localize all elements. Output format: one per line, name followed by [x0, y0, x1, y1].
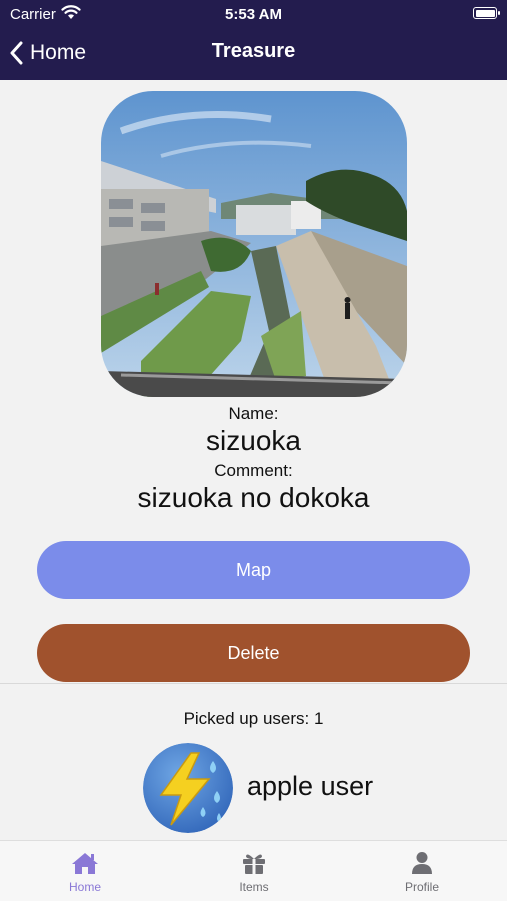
comment-label: Comment: — [214, 461, 293, 480]
treasure-comment: sizuoka no dokoka — [137, 482, 370, 513]
tab-bar: Home Items Profile — [0, 840, 507, 901]
gift-icon — [243, 854, 265, 874]
map-button[interactable]: Map — [37, 541, 470, 599]
status-bar: Carrier 5:53 AM — [0, 0, 507, 30]
treasure-name: sizuoka — [206, 425, 301, 456]
section-divider — [0, 683, 507, 684]
tab-home[interactable]: Home — [25, 841, 145, 901]
picked-up-users-label: Picked up users: 1 — [183, 709, 324, 728]
tab-profile-label: Profile — [404, 880, 439, 894]
battery-icon — [473, 7, 500, 19]
tab-home-label: Home — [68, 880, 101, 894]
avatar — [143, 743, 233, 833]
picked-user-name: apple user — [247, 771, 374, 801]
name-label: Name: — [228, 404, 279, 423]
delete-button-label: Delete — [227, 642, 280, 663]
tab-items-label: Items — [239, 880, 269, 894]
person-icon — [412, 852, 432, 874]
navigation-header: Carrier 5:53 AM Home Treasure — [0, 0, 507, 80]
map-button-label: Map — [235, 559, 271, 580]
clock: 5:53 AM — [225, 6, 282, 23]
home-icon — [72, 853, 98, 874]
page-title: Treasure — [211, 40, 296, 62]
tab-items[interactable]: Items — [194, 841, 314, 901]
delete-button[interactable]: Delete — [37, 624, 470, 682]
treasure-photo — [101, 91, 407, 397]
tab-profile[interactable]: Profile — [362, 841, 482, 901]
